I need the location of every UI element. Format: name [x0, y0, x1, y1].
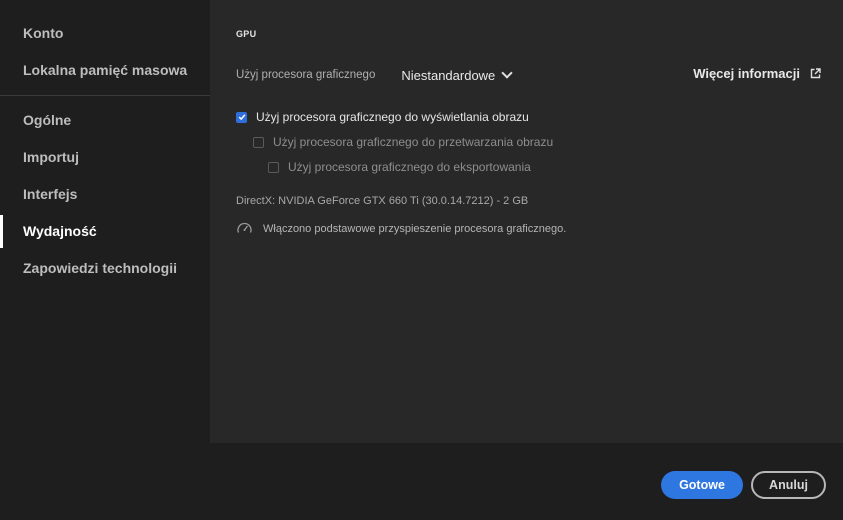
- acceleration-status-row: Włączono podstawowe przyspieszenie proce…: [236, 220, 566, 237]
- gpu-mode-value: Niestandardowe: [401, 67, 496, 83]
- gauge-icon: [237, 222, 252, 233]
- sidebar-group-account: Konto Lokalna pamięć masowa: [0, 0, 210, 89]
- gpu-mode-dropdown[interactable]: Niestandardowe: [401, 67, 513, 83]
- sidebar-item-import[interactable]: Importuj: [0, 139, 210, 176]
- settings-panel: GPU Użyj procesora graficznego Niestanda…: [210, 0, 843, 443]
- option-gpu-processing[interactable]: Użyj procesora graficznego do przetwarza…: [253, 135, 553, 149]
- cancel-button[interactable]: Anuluj: [751, 471, 826, 499]
- gpu-setting-row: Użyj procesora graficznego Niestandardow…: [236, 64, 513, 86]
- external-link-icon: [810, 68, 821, 79]
- preferences-window: Konto Lokalna pamięć masowa Ogólne Impor…: [0, 0, 843, 520]
- option-gpu-display-label: Użyj procesora graficznego do wyświetlan…: [256, 110, 529, 124]
- more-info-label: Więcej informacji: [693, 66, 800, 81]
- section-title: GPU: [236, 29, 257, 39]
- checkbox-gpu-display[interactable]: [236, 111, 247, 123]
- checkmark-icon: [238, 114, 245, 121]
- checkbox-gpu-processing[interactable]: [253, 136, 264, 148]
- option-gpu-display[interactable]: Użyj procesora graficznego do wyświetlan…: [236, 110, 529, 124]
- checkbox-gpu-export[interactable]: [268, 161, 279, 173]
- sidebar-item-performance[interactable]: Wydajność: [0, 213, 210, 250]
- sidebar-item-local-storage[interactable]: Lokalna pamięć masowa: [0, 52, 210, 89]
- directx-info: DirectX: NVIDIA GeForce GTX 660 Ti (30.0…: [236, 195, 529, 207]
- chevron-down-icon: [501, 67, 513, 79]
- sidebar-item-interface[interactable]: Interfejs: [0, 176, 210, 213]
- gpu-setting-label: Użyj procesora graficznego: [236, 69, 376, 81]
- sidebar-item-tech-previews[interactable]: Zapowiedzi technologii: [0, 250, 210, 287]
- more-info-link[interactable]: Więcej informacji: [693, 66, 821, 81]
- sidebar-item-general[interactable]: Ogólne: [0, 102, 210, 139]
- sidebar-group-settings: Ogólne Importuj Interfejs Wydajność Zapo…: [0, 102, 210, 287]
- sidebar: Konto Lokalna pamięć masowa Ogólne Impor…: [0, 0, 210, 520]
- option-gpu-processing-label: Użyj procesora graficznego do przetwarza…: [273, 135, 554, 149]
- option-gpu-export-label: Użyj procesora graficznego do eksportowa…: [288, 160, 531, 174]
- sidebar-item-konto[interactable]: Konto: [0, 15, 210, 52]
- sidebar-divider: [0, 95, 210, 96]
- done-button[interactable]: Gotowe: [661, 471, 743, 499]
- acceleration-status-text: Włączono podstawowe przyspieszenie proce…: [263, 222, 567, 235]
- option-gpu-export[interactable]: Użyj procesora graficznego do eksportowa…: [268, 160, 531, 174]
